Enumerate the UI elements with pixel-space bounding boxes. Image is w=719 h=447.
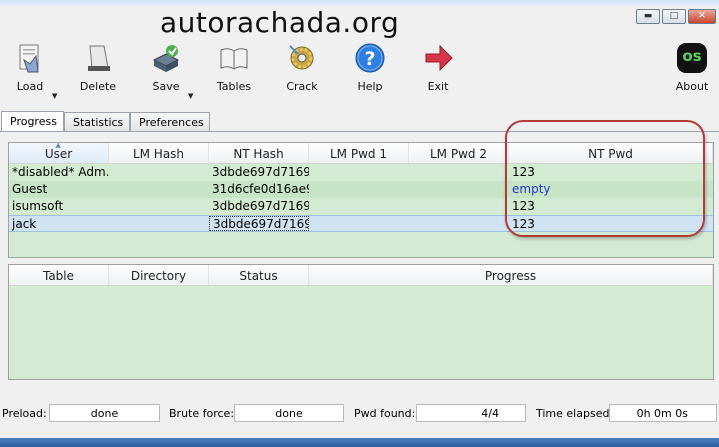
about-label: About <box>675 80 709 93</box>
cell-user: isumsoft <box>12 199 64 213</box>
pwd-found-value: 4/4 <box>416 404 526 422</box>
cell-nt-hash: 31d6cfe0d16ae9... <box>212 182 309 196</box>
toolbar: Load ▼ Delete Save ▼ Tables Crack ? Help… <box>0 42 719 102</box>
taskbar-strip <box>0 438 719 447</box>
hash-table-header: ▲ User LM Hash NT Hash LM Pwd 1 LM Pwd 2… <box>9 143 713 164</box>
cell-lm-hash <box>109 164 209 181</box>
svg-text:?: ? <box>364 48 375 70</box>
cell-nt-pwd: empty <box>512 182 551 196</box>
sort-ascending-icon: ▲ <box>55 142 61 149</box>
tab-divider <box>0 131 719 132</box>
save-button[interactable]: Save <box>138 42 194 98</box>
cell-nt-hash: 3dbde697d7169... <box>212 165 309 179</box>
window-controls: ▬ □ ✕ <box>636 9 716 24</box>
tab-bar: Progress Statistics Preferences <box>0 111 719 132</box>
load-icon <box>19 44 39 73</box>
load-label: Load <box>16 80 44 93</box>
brute-force-value: done <box>234 404 344 422</box>
table-row[interactable]: isumsoft 3dbde697d7169... 123 <box>9 198 713 215</box>
about-button[interactable]: os About <box>664 42 719 98</box>
tab-preferences[interactable]: Preferences <box>130 112 210 132</box>
cell-lm-pwd-2 <box>409 181 509 198</box>
cell-lm-hash <box>109 198 209 215</box>
progress-table-header: Table Directory Status Progress <box>9 265 713 286</box>
delete-button[interactable]: Delete <box>70 42 126 98</box>
tables-button[interactable]: Tables <box>206 42 262 98</box>
preload-label: Preload: <box>2 407 47 420</box>
column-header-directory[interactable]: Directory <box>109 265 209 285</box>
minimize-button[interactable]: ▬ <box>636 9 660 24</box>
column-header-table[interactable]: Table <box>9 265 109 285</box>
watermark-text: autorachada.org <box>160 6 400 39</box>
column-header-lm-hash[interactable]: LM Hash <box>109 143 209 163</box>
column-header-user[interactable]: ▲ User <box>9 143 109 163</box>
crack-button[interactable]: Crack <box>274 42 330 98</box>
cell-lm-hash <box>109 216 209 231</box>
cell-lm-pwd-1 <box>309 164 409 181</box>
delete-label: Delete <box>79 80 117 93</box>
tables-book-icon <box>220 48 248 70</box>
cell-lm-pwd-1 <box>309 216 409 231</box>
column-header-nt-pwd[interactable]: NT Pwd <box>509 143 713 163</box>
load-button[interactable]: Load <box>2 42 58 98</box>
help-label: Help <box>357 80 383 93</box>
time-elapsed-label: Time elapsed: <box>536 407 614 420</box>
brute-force-label: Brute force: <box>169 407 235 420</box>
status-bar: Preload: done Brute force: done Pwd foun… <box>0 398 719 428</box>
pwd-found-label: Pwd found: <box>354 407 416 420</box>
table-row[interactable]: Guest 31d6cfe0d16ae9... empty <box>9 181 713 198</box>
column-header-nt-hash[interactable]: NT Hash <box>209 143 309 163</box>
exit-button[interactable]: Exit <box>410 42 466 98</box>
delete-icon <box>88 45 110 71</box>
preload-value: done <box>49 404 160 422</box>
cell-nt-hash: 3dbde697d7169... <box>212 199 309 213</box>
hash-results-table: ▲ User LM Hash NT Hash LM Pwd 1 LM Pwd 2… <box>8 142 714 258</box>
cell-lm-pwd-1 <box>309 198 409 215</box>
about-logo-text: os <box>682 47 702 65</box>
cell-lm-pwd-2 <box>409 164 509 181</box>
save-dropdown-arrow[interactable]: ▼ <box>188 92 193 100</box>
tables-label: Tables <box>216 80 252 93</box>
exit-label: Exit <box>427 80 449 93</box>
cell-nt-hash: 3dbde697d7169... <box>209 216 309 231</box>
cell-lm-pwd-2 <box>409 216 509 231</box>
cell-lm-pwd-2 <box>409 198 509 215</box>
help-question-icon: ? <box>355 43 385 73</box>
tab-statistics[interactable]: Statistics <box>64 112 130 132</box>
cell-nt-pwd: 123 <box>512 217 535 231</box>
column-header-lm-pwd-1[interactable]: LM Pwd 1 <box>309 143 409 163</box>
time-elapsed-value: 0h 0m 0s <box>609 404 717 422</box>
cell-nt-pwd: 123 <box>512 199 535 213</box>
crack-label: Crack <box>286 80 318 93</box>
close-button[interactable]: ✕ <box>688 9 716 24</box>
cell-lm-hash <box>109 181 209 198</box>
save-label: Save <box>152 80 180 93</box>
tab-progress[interactable]: Progress <box>1 111 64 132</box>
column-header-status[interactable]: Status <box>209 265 309 285</box>
column-header-progress[interactable]: Progress <box>309 265 713 285</box>
exit-arrow-icon <box>425 44 453 72</box>
maximize-button[interactable]: □ <box>662 9 686 24</box>
cell-nt-pwd: 123 <box>512 165 535 179</box>
progress-table: Table Directory Status Progress <box>8 264 714 380</box>
crack-gear-icon <box>289 45 314 70</box>
cell-user: Guest <box>12 182 48 196</box>
table-row-selected[interactable]: jack 3dbde697d7169... 123 <box>9 215 713 232</box>
cell-user: jack <box>12 217 37 231</box>
save-icon <box>152 45 180 72</box>
column-header-lm-pwd-2[interactable]: LM Pwd 2 <box>409 143 509 163</box>
table-row[interactable]: *disabled* Adm... 3dbde697d7169... 123 <box>9 164 713 181</box>
cell-lm-pwd-1 <box>309 181 409 198</box>
cell-user: *disabled* Adm... <box>12 165 109 179</box>
help-button[interactable]: ? Help <box>342 42 398 98</box>
load-dropdown-arrow[interactable]: ▼ <box>52 92 57 100</box>
